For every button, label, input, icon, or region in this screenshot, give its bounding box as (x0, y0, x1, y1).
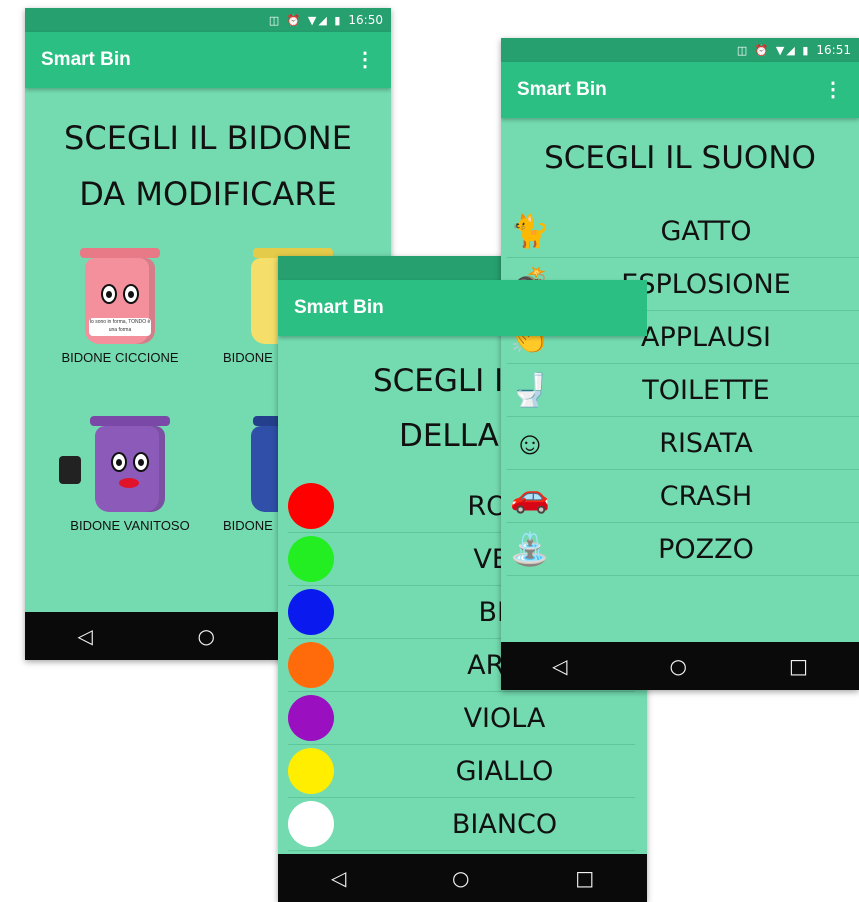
mirror-icon (59, 456, 81, 484)
app-title: Smart Bin (517, 79, 607, 100)
status-time: 16:51 (816, 43, 851, 57)
eye (111, 452, 127, 472)
lips-icon (119, 478, 139, 488)
app-bar: Smart Bin ⋮ (501, 62, 859, 118)
app-title: Smart Bin (41, 49, 131, 70)
page-title-line1: SCEGLI IL BIDONE (64, 119, 352, 157)
bin-option-ciccione[interactable]: Io sono in forma, TONDO è una forma BIDO… (45, 248, 195, 365)
sound-label: GATTO (660, 215, 752, 247)
navigation-bar: ◁ ○ □ (501, 642, 859, 690)
list-item[interactable]: BIANCO (288, 798, 635, 851)
bin-lid (90, 416, 170, 426)
color-swatch (288, 536, 334, 582)
color-swatch (288, 748, 334, 794)
devil-laugh-icon: ☺ (513, 424, 547, 461)
list-item[interactable]: GIALLO (288, 745, 635, 798)
page-title: SCEGLI IL SUONO (544, 140, 816, 176)
back-icon[interactable]: ◁ (77, 624, 92, 648)
page-title-line2: DA MODIFICARE (79, 175, 337, 213)
bin-label: BIDONE CICCIONE (61, 350, 179, 365)
color-swatch (288, 483, 334, 529)
sound-label: RISATA (659, 427, 753, 459)
list-item[interactable]: VIOLA (288, 692, 635, 745)
status-time: 16:50 (348, 13, 383, 27)
bin-lid (80, 248, 160, 258)
eye (123, 284, 139, 304)
well-icon: ⛲ (510, 531, 550, 567)
car-crash-icon: 🚗 (510, 478, 550, 514)
status-bar: ◫ ⏰ ▼◢ ▮ 16:51 (501, 38, 859, 62)
app-bar: Smart Bin (278, 280, 647, 336)
home-icon[interactable]: ○ (670, 654, 687, 678)
back-icon[interactable]: ◁ (331, 866, 346, 890)
list-item[interactable]: 🚽 TOILETTE (507, 364, 859, 417)
bin-ciccione-icon: Io sono in forma, TONDO è una forma (85, 258, 155, 344)
bin-option-vanitoso[interactable]: BIDONE VANITOSO (55, 416, 205, 533)
bin-label: BIDONE VANITOSO (70, 518, 190, 533)
list-item[interactable]: ☺ RISATA (507, 417, 859, 470)
color-swatch (288, 801, 334, 847)
app-title: Smart Bin (294, 297, 384, 318)
cat-icon: 🐈 (510, 213, 550, 249)
recent-apps-icon[interactable]: □ (575, 866, 594, 890)
status-bar: ◫ ⏰ ▼◢ ▮ 16:50 (25, 8, 391, 32)
list-item[interactable]: ⛲ POZZO (507, 523, 859, 576)
color-label: BIANCO (451, 808, 558, 840)
status-icons: ◫ ⏰ ▼◢ ▮ (268, 13, 343, 27)
bin-label: BIDONE (223, 350, 273, 365)
color-label: VIOLA (463, 702, 546, 734)
home-icon[interactable]: ○ (452, 866, 469, 890)
color-swatch (288, 642, 334, 688)
navigation-bar: ◁ ○ □ (278, 854, 647, 902)
overflow-menu-icon[interactable]: ⋮ (355, 50, 375, 70)
bin-option-blue[interactable]: BIDONE (223, 416, 333, 533)
bin-label: BIDONE (223, 518, 273, 533)
sound-label: CRASH (659, 480, 753, 512)
eye (101, 284, 117, 304)
back-icon[interactable]: ◁ (552, 654, 567, 678)
sound-selection-screen: ◫ ⏰ ▼◢ ▮ 16:51 Smart Bin ⋮ SCEGLI IL SUO… (501, 38, 859, 690)
color-swatch (288, 695, 334, 741)
status-icons: ◫ ⏰ ▼◢ ▮ (736, 43, 811, 57)
page-title: SCEGLI IL BIDONE DA MODIFICARE (25, 110, 391, 222)
bin-option-yellow[interactable]: BIDONE (223, 248, 333, 365)
eye (133, 452, 149, 472)
list-item[interactable]: 🚗 CRASH (507, 470, 859, 523)
sound-list: 🐈 GATTO 💣 ESPLOSIONE 👏 APPLAUSI 🚽 TOILET… (507, 205, 859, 576)
list-item[interactable]: 🐈 GATTO (507, 205, 859, 258)
app-bar: Smart Bin ⋮ (25, 32, 391, 88)
color-swatch (288, 589, 334, 635)
home-icon[interactable]: ○ (198, 624, 215, 648)
toilet-icon: 🚽 (510, 372, 550, 408)
bin-vanitoso-icon (59, 426, 165, 512)
bin-shirt-text: Io sono in forma, TONDO è una forma (89, 318, 151, 336)
color-label: GIALLO (455, 755, 554, 787)
overflow-menu-icon[interactable]: ⋮ (823, 80, 843, 100)
recent-apps-icon[interactable]: □ (789, 654, 808, 678)
sound-label: TOILETTE (642, 374, 770, 406)
sound-label: POZZO (658, 533, 754, 565)
